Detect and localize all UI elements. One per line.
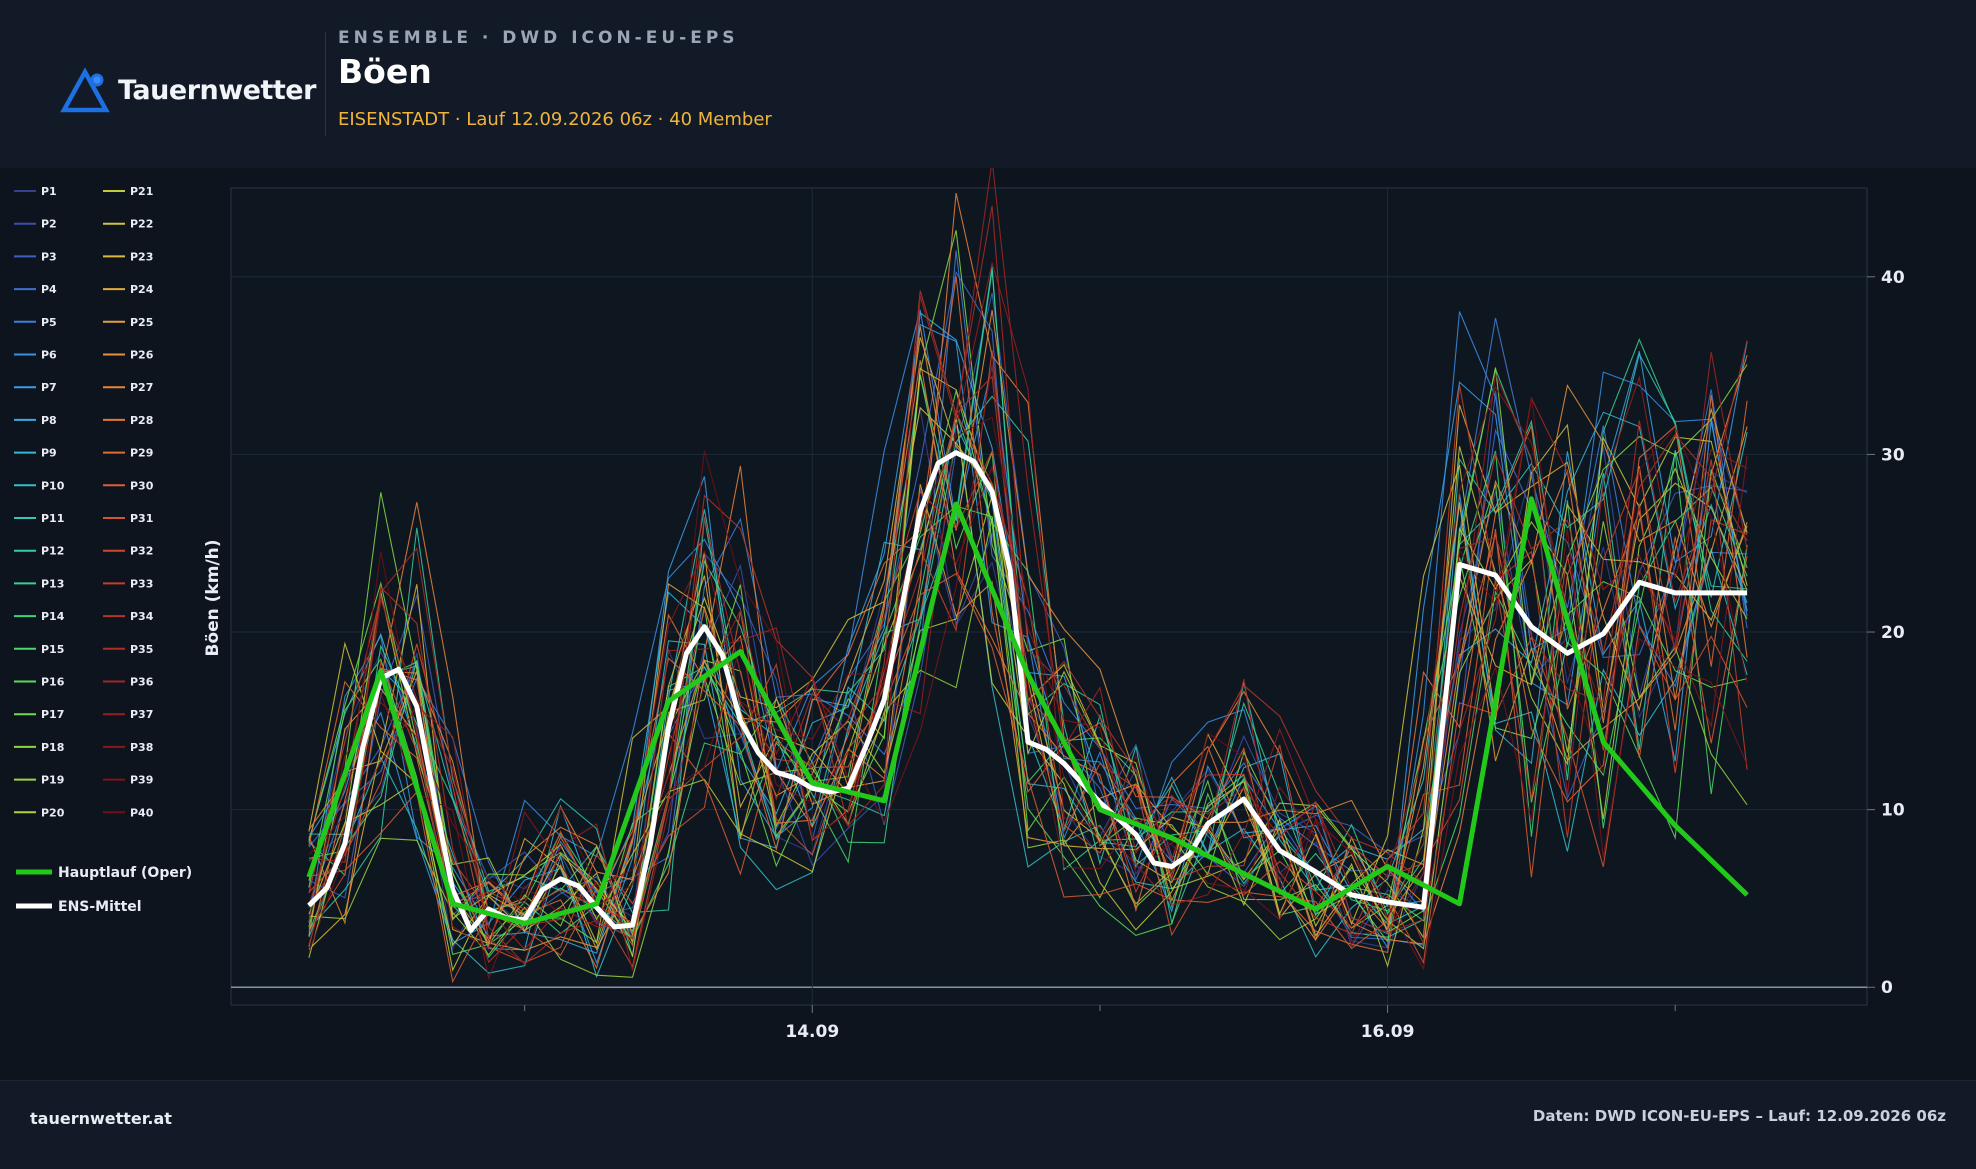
legend-label-p2: P2 [41, 218, 57, 231]
legend-label-p30: P30 [130, 479, 154, 492]
legend-label-p39: P39 [130, 774, 153, 787]
y-tick-label: 40 [1881, 268, 1905, 288]
footer: tauernwetter.at Daten: DWD ICON-EU-EPS –… [0, 1080, 1976, 1169]
legend-label-p21: P21 [130, 185, 153, 198]
legend-label-p25: P25 [130, 316, 153, 329]
mountain-logo-icon [60, 67, 110, 113]
legend-label-p37: P37 [130, 708, 153, 721]
legend-label-p23: P23 [130, 250, 153, 263]
legend-label-p16: P16 [41, 676, 65, 689]
legend-label-p6: P6 [41, 349, 57, 362]
legend-label-p4: P4 [41, 283, 57, 296]
x-tick-label: 16.09 [1361, 1022, 1415, 1042]
legend-label-p33: P33 [130, 577, 153, 590]
legend-label-p19: P19 [41, 774, 64, 787]
legend-label-p1: P1 [41, 185, 57, 198]
chart-legend: P1 P2 P3 P4 P5 P6 P7 P8 P9 P10 P11 P12 P13 P14 P15 P16 P… [14, 185, 192, 915]
y-tick-label: 20 [1881, 623, 1905, 643]
legend-label-p13: P13 [41, 577, 64, 590]
legend-label-p26: P26 [130, 349, 154, 362]
header: Tauernwetter ENSEMBLE · DWD ICON-EU-EPS … [0, 0, 1976, 168]
legend-label-p8: P8 [41, 414, 57, 427]
legend-label-p17: P17 [41, 708, 64, 721]
footer-source: Daten: DWD ICON-EU-EPS – Lauf: 12.09.202… [1532, 1107, 1946, 1125]
legend-label-p14: P14 [41, 610, 65, 623]
legend-label-p5: P5 [41, 316, 57, 329]
gust-ensemble-chart: P1 P2 P3 P4 P5 P6 P7 P8 P9 P10 P11 P12 P13 P14 P15 P16 P… [14, 168, 1905, 1042]
legend-label-p32: P32 [130, 545, 153, 558]
legend-label-p28: P28 [130, 414, 153, 427]
y-tick-label: 30 [1881, 445, 1905, 465]
page-subtitle: EISENSTADT · Lauf 12.09.2026 06z · 40 Me… [338, 109, 772, 130]
legend-label-p38: P38 [130, 741, 153, 754]
page-kicker: ENSEMBLE · DWD ICON-EU-EPS [338, 28, 739, 48]
legend-label-p31: P31 [130, 512, 153, 525]
legend-label-p40: P40 [130, 806, 154, 819]
legend-label-p3: P3 [41, 250, 57, 263]
legend-label-p20: P20 [41, 806, 65, 819]
legend-label-p35: P35 [130, 643, 153, 656]
brand-name: Tauernwetter [118, 74, 316, 106]
legend-label-oper: Hauptlauf (Oper) [58, 865, 192, 881]
legend-label-p9: P9 [41, 447, 57, 460]
legend-label-p24: P24 [130, 283, 154, 296]
legend-label-p12: P12 [41, 545, 64, 558]
legend-label-p7: P7 [41, 381, 57, 394]
legend-label-mean: ENS-Mittel [58, 899, 142, 915]
y-tick-label: 10 [1881, 801, 1905, 821]
legend-label-p15: P15 [41, 643, 64, 656]
x-tick-label: 14.09 [785, 1022, 839, 1042]
legend-label-p11: P11 [41, 512, 64, 525]
header-divider [325, 32, 326, 136]
legend-label-p22: P22 [130, 218, 153, 231]
legend-label-p18: P18 [41, 741, 64, 754]
legend-label-p10: P10 [41, 479, 65, 492]
y-axis-label: Böen (km/h) [203, 539, 223, 656]
legend-label-p34: P34 [130, 610, 154, 623]
legend-label-p27: P27 [130, 381, 153, 394]
legend-label-p36: P36 [130, 676, 154, 689]
legend-label-p29: P29 [130, 447, 153, 460]
logo[interactable]: Tauernwetter [60, 66, 316, 114]
footer-site[interactable]: tauernwetter.at [30, 1109, 172, 1128]
page-title: Böen [338, 52, 432, 91]
y-tick-label: 0 [1881, 978, 1893, 998]
